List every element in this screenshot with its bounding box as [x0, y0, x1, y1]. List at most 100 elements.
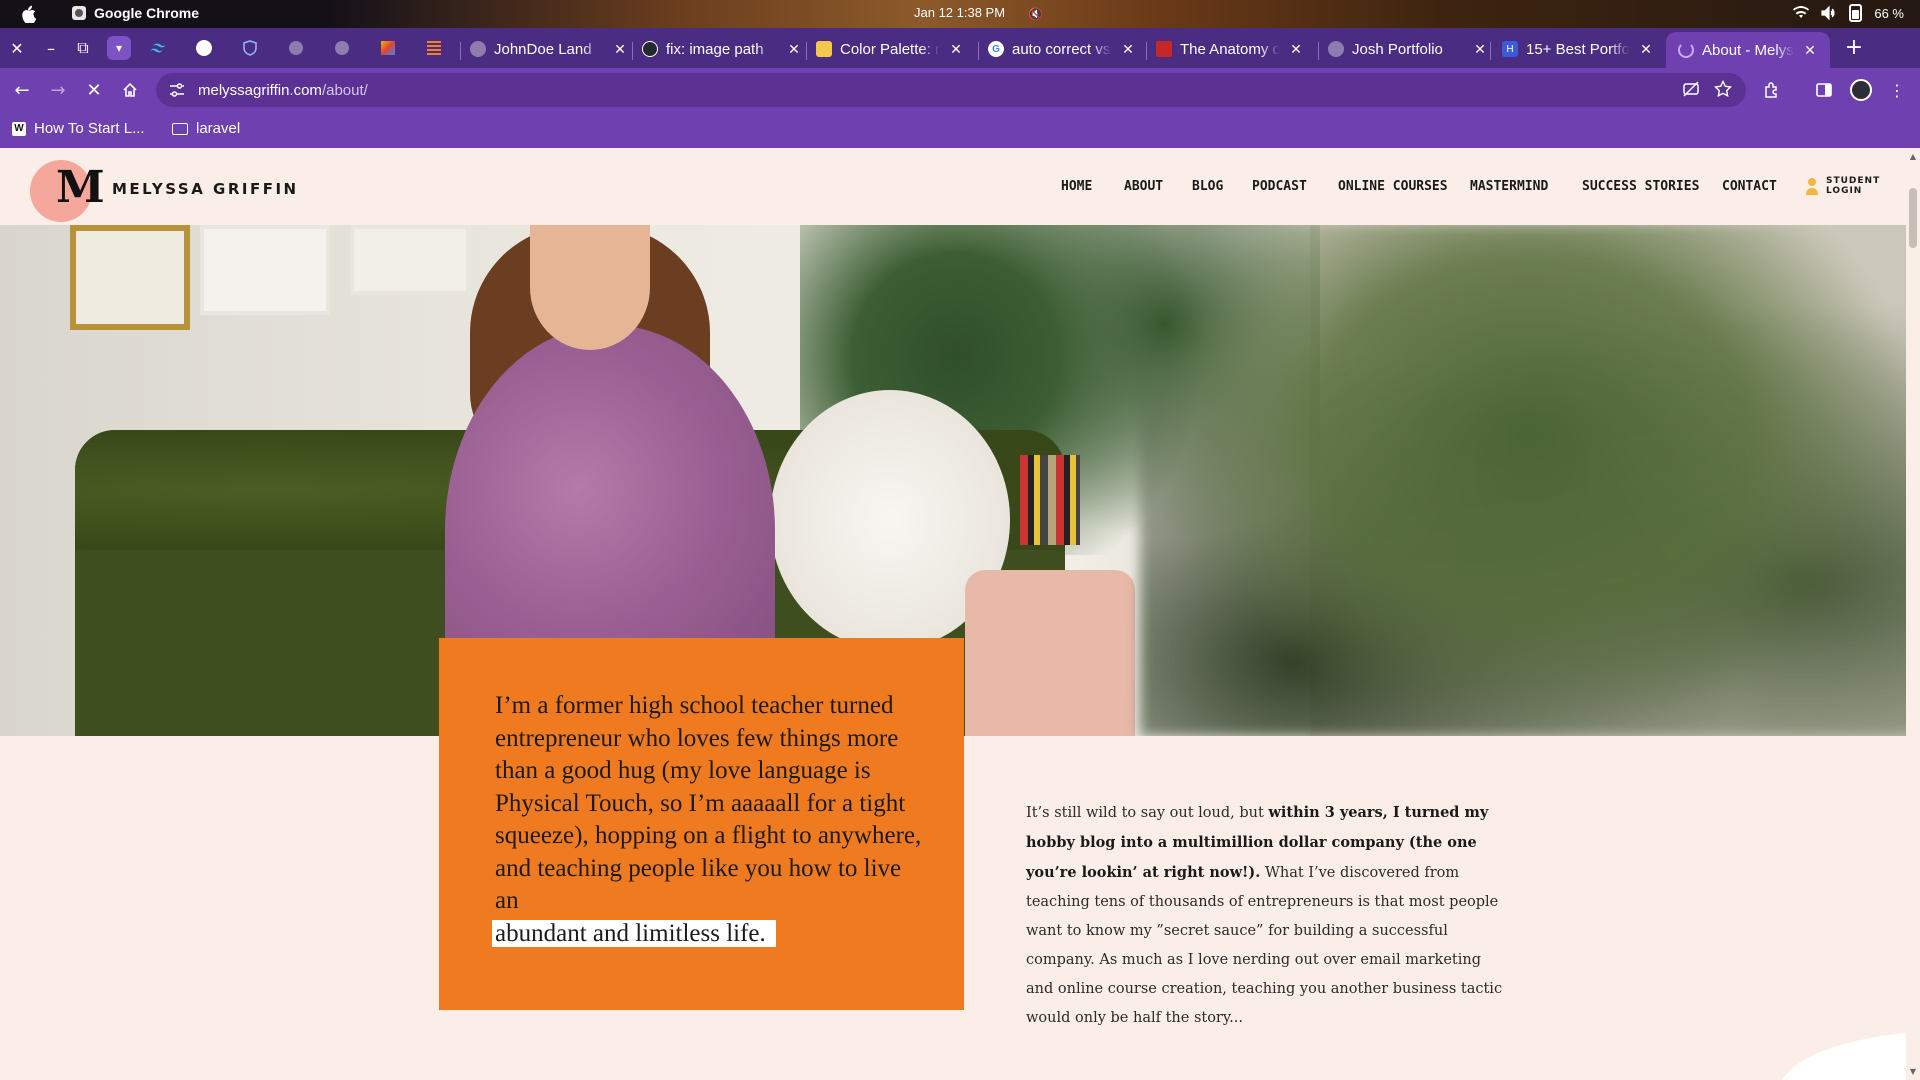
tab-title: fix: image path — [666, 40, 764, 58]
stack-icon — [427, 41, 441, 55]
scroll-up-arrow-icon[interactable]: ▲ — [1908, 152, 1918, 161]
scroll-down-arrow-icon[interactable]: ▼ — [1908, 1067, 1918, 1076]
bracket-icon: H — [1502, 41, 1518, 57]
wall-art-frame — [200, 225, 330, 315]
volume-icon[interactable] — [1821, 6, 1837, 20]
quote-text: I’m a former high school teacher turned … — [495, 692, 922, 914]
tab-anatomy[interactable]: The Anatomy o ✕ — [1156, 34, 1304, 64]
palette-icon — [816, 41, 832, 57]
tab-title: Josh Portfolio — [1352, 40, 1443, 58]
close-tab-icon[interactable]: ✕ — [1802, 42, 1818, 59]
clock[interactable]: Jan 12 1:38 PM — [914, 5, 1005, 20]
tab-title: 15+ Best Portfo — [1526, 40, 1630, 58]
tab-title: About - Melyss — [1702, 41, 1794, 59]
google-icon: G — [988, 41, 1004, 57]
scrollbar-thumb[interactable] — [1909, 188, 1917, 248]
wall-art-frame — [70, 225, 190, 330]
student-login-line2: LOGIN — [1826, 186, 1863, 196]
pinned-tab-4[interactable] — [286, 38, 306, 58]
mute-icon: 🔇 — [1028, 7, 1043, 21]
address-bar[interactable]: melyssagriffin.com/about/ — [156, 73, 1746, 107]
colorful-app-icon — [381, 41, 395, 55]
tab-best-portfolios[interactable]: H 15+ Best Portfo ✕ — [1502, 34, 1654, 64]
bookmark-how-to-start[interactable]: W How To Start L... — [12, 120, 145, 137]
tab-title: auto correct vs — [1012, 40, 1111, 58]
chrome-icon — [72, 6, 86, 20]
paragraph-intro: It’s still wild to say out loud, but — [1026, 805, 1269, 821]
tab-title: The Anatomy o — [1180, 40, 1280, 58]
logo-letter[interactable]: M — [56, 162, 105, 213]
tab-github-fix[interactable]: fix: image path ✕ — [642, 34, 802, 64]
pinned-tab-7[interactable] — [424, 38, 444, 58]
site-w-icon: W — [12, 121, 26, 136]
site-info-icon[interactable] — [168, 81, 186, 99]
globe-icon — [335, 41, 349, 55]
tab-about-melyssa-active[interactable]: About - Melyss ✕ — [1666, 32, 1830, 68]
nav-online-courses[interactable]: ONLINE COURSES — [1338, 179, 1448, 194]
side-panel-icon[interactable] — [1812, 78, 1836, 102]
restore-window-icon[interactable]: ⧉ — [68, 28, 98, 68]
pinned-tab-2[interactable] — [194, 38, 214, 58]
site-header: M MELYSSA GRIFFIN HOME ABOUT BLOG PODCAS… — [0, 148, 1906, 225]
pinned-tab-5[interactable] — [332, 38, 352, 58]
bookmark-star-icon[interactable] — [1714, 80, 1732, 98]
forward-arrow-icon[interactable]: → — [46, 78, 70, 102]
wifi-icon[interactable] — [1793, 6, 1810, 20]
nav-success-stories[interactable]: SUCCESS STORIES — [1582, 179, 1699, 194]
pink-ottoman — [965, 570, 1135, 736]
bookmark-folder-laravel[interactable]: laravel — [172, 120, 240, 137]
new-tab-button[interactable]: + — [1842, 36, 1866, 60]
battery-icon[interactable] — [1849, 4, 1863, 22]
pinned-tab-shield[interactable] — [240, 38, 260, 58]
close-tab-icon[interactable]: ✕ — [948, 41, 964, 58]
nav-mastermind[interactable]: MASTERMIND — [1470, 179, 1548, 194]
minimize-window-icon[interactable]: – — [36, 28, 66, 68]
nav-blog[interactable]: BLOG — [1192, 179, 1223, 194]
tab-johndoe-land[interactable]: JohnDoe Land ✕ — [470, 34, 628, 64]
pinned-tab-tailwind[interactable] — [148, 38, 168, 58]
url-host: melyssagriffin.com — [198, 81, 322, 99]
bookmark-label: laravel — [196, 120, 241, 137]
globe-icon — [1328, 41, 1344, 57]
extensions-icon[interactable] — [1760, 78, 1784, 102]
wall-art-frame — [350, 225, 470, 295]
student-login-button[interactable]: STUDENT LOGIN — [1806, 176, 1880, 196]
profile-avatar[interactable] — [1849, 78, 1873, 102]
active-app-name[interactable]: Google Chrome — [94, 5, 199, 21]
tab-search-button[interactable]: ▾ — [107, 36, 131, 60]
nav-contact[interactable]: CONTACT — [1722, 179, 1777, 194]
os-menu-bar: Google Chrome Jan 12 1:38 PM 🔇 66 % — [0, 0, 1920, 28]
github-icon — [642, 41, 658, 57]
tab-josh-portfolio[interactable]: Josh Portfolio ✕ — [1328, 34, 1488, 64]
close-tab-icon[interactable]: ✕ — [1472, 41, 1488, 58]
close-window-icon[interactable]: ✕ — [2, 28, 32, 68]
globe-icon — [289, 41, 303, 55]
apple-icon[interactable] — [20, 5, 36, 23]
page-scrollbar[interactable]: ▲ ▼ — [1906, 148, 1920, 1080]
books — [1020, 455, 1080, 545]
user-icon — [1806, 178, 1818, 195]
home-icon[interactable] — [118, 78, 142, 102]
logo-text[interactable]: MELYSSA GRIFFIN — [112, 180, 299, 198]
url-path: /about/ — [321, 81, 368, 99]
close-tab-icon[interactable]: ✕ — [612, 41, 628, 58]
shield-icon — [243, 40, 257, 56]
close-tab-icon[interactable]: ✕ — [1288, 41, 1304, 58]
about-paragraph: It’s still wild to say out loud, but wit… — [1026, 798, 1506, 1033]
nav-home[interactable]: HOME — [1061, 179, 1092, 194]
close-tab-icon[interactable]: ✕ — [1120, 41, 1136, 58]
more-menu-icon[interactable]: ⋮ — [1885, 78, 1909, 102]
nav-about[interactable]: ABOUT — [1124, 179, 1163, 194]
close-tab-icon[interactable]: ✕ — [1638, 41, 1654, 58]
back-arrow-icon[interactable]: ← — [10, 78, 34, 102]
stop-loading-icon[interactable]: ✕ — [82, 78, 106, 102]
pinned-tab-6[interactable] — [378, 38, 398, 58]
browser-toolbar: ← → ✕ melyssagriffin.com/about/ ⋮ — [0, 68, 1920, 112]
tab-color-palette[interactable]: Color Palette: r ✕ — [816, 34, 964, 64]
nav-podcast[interactable]: PODCAST — [1252, 179, 1307, 194]
decorative-wave — [1780, 1030, 1920, 1080]
close-tab-icon[interactable]: ✕ — [786, 41, 802, 58]
eye-slash-icon[interactable] — [1682, 80, 1700, 98]
tab-auto-correct[interactable]: G auto correct vs ✕ — [988, 34, 1136, 64]
site-icon — [196, 40, 212, 56]
